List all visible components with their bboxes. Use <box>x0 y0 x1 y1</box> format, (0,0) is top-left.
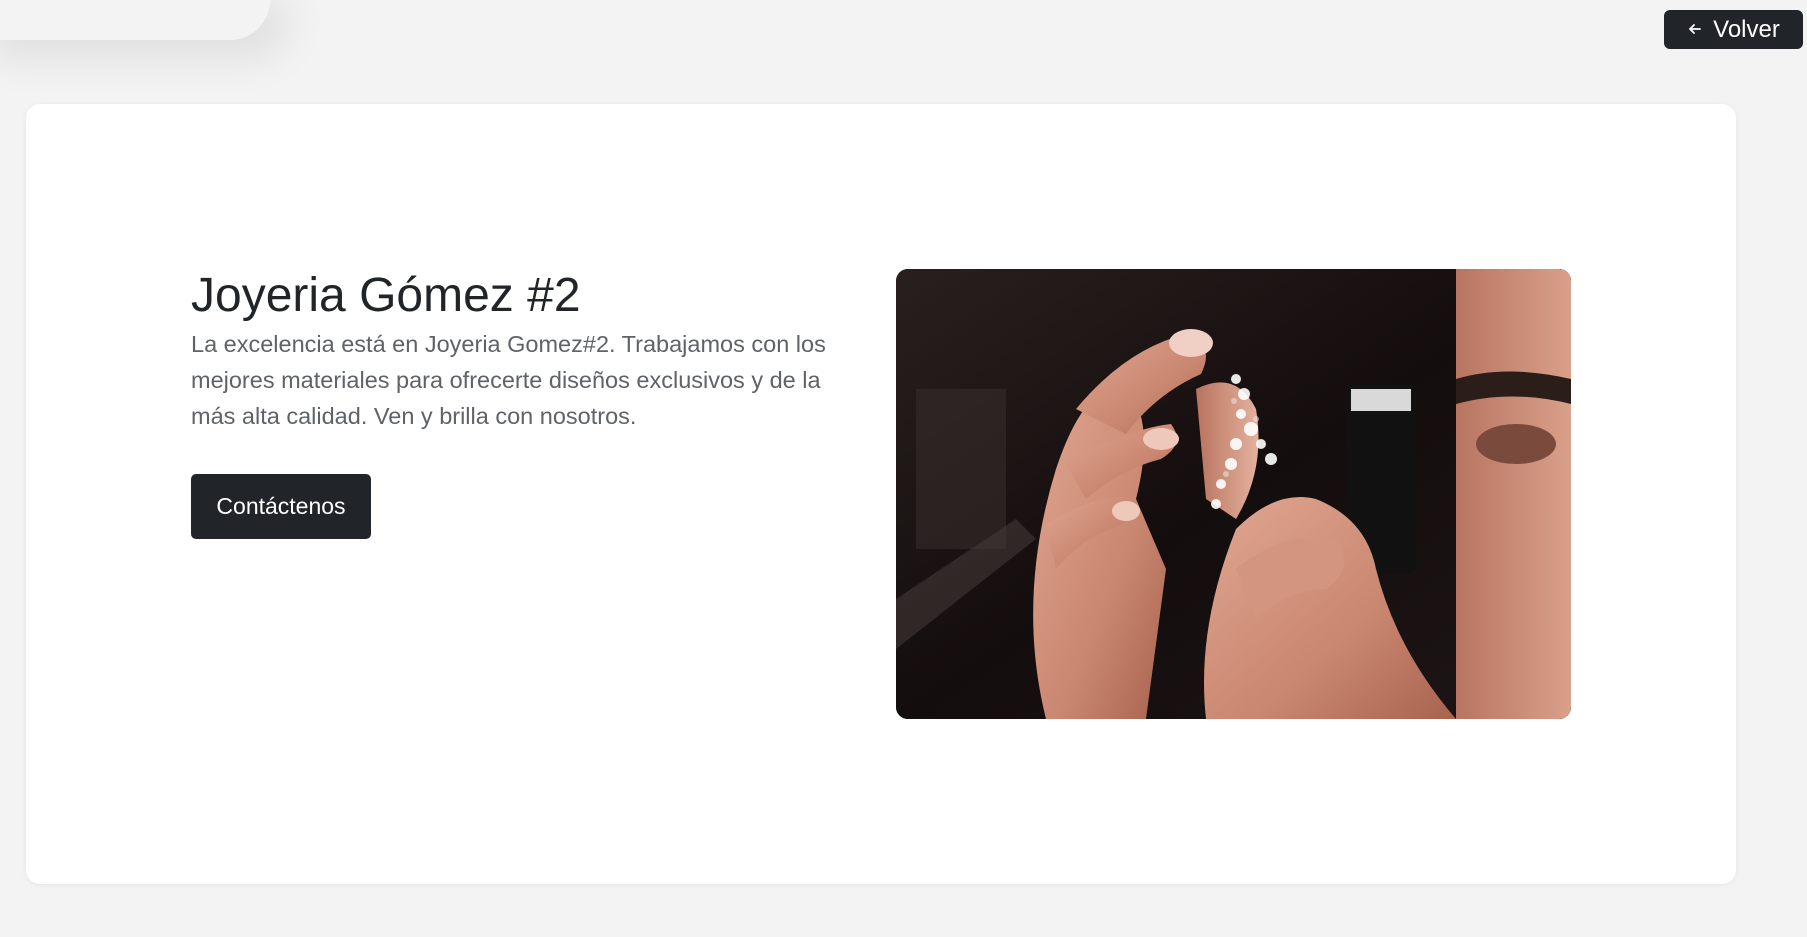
back-button[interactable]: Volver <box>1664 10 1803 49</box>
jeweler-photo <box>896 269 1571 719</box>
contact-button[interactable]: Contáctenos <box>191 474 371 539</box>
back-button-label: Volver <box>1713 15 1780 43</box>
page-description: La excelencia está en Joyeria Gomez#2. T… <box>191 331 826 429</box>
corner-decoration <box>0 0 270 40</box>
arrow-left-icon <box>1687 16 1703 44</box>
page-title: Joyeria Gómez #2 <box>191 269 581 322</box>
